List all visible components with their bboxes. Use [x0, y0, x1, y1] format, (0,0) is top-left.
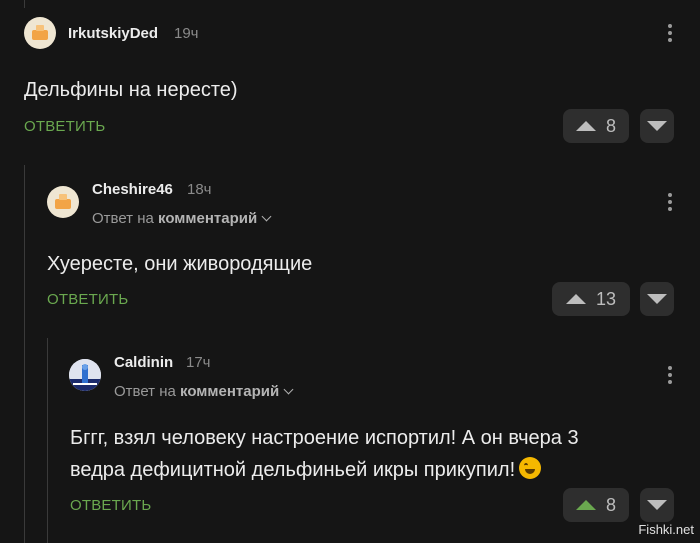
user-avatar-image [69, 359, 101, 391]
reply-button[interactable]: ОТВЕТИТЬ [24, 118, 105, 135]
avatar[interactable] [69, 359, 101, 391]
comment-time: 18ч [187, 181, 212, 198]
reply-to-link[interactable]: Ответ на комментарий [92, 210, 272, 227]
vote-count: 8 [605, 115, 616, 136]
comment-text: Бггг, взял человеку настроение испортил!… [70, 422, 579, 486]
downvote-button[interactable] [640, 488, 674, 522]
upvote-arrow-icon [565, 294, 586, 304]
downvote-arrow-icon [647, 500, 667, 510]
reply-to-target: комментарий [158, 210, 258, 227]
comment-text-line2: ведра дефицитной дельфиньей икры прикупи… [70, 454, 579, 486]
comment-text-line2-text: ведра дефицитной дельфиньей икры прикупи… [70, 459, 516, 481]
comment-text-line1: Бггг, взял человеку настроение испортил!… [70, 427, 579, 449]
upvote-button[interactable]: 13 [552, 282, 630, 316]
reply-button[interactable]: ОТВЕТИТЬ [70, 497, 151, 514]
upvote-button[interactable]: 8 [563, 488, 629, 522]
vote-count: 13 [595, 288, 617, 309]
reply-to-target: комментарий [180, 383, 280, 400]
upvote-arrow-icon [575, 121, 596, 131]
more-options-icon[interactable] [667, 24, 673, 42]
downvote-button[interactable] [640, 109, 674, 143]
thread-line-top [24, 0, 25, 8]
avatar[interactable] [47, 186, 79, 218]
avatar[interactable] [24, 17, 56, 49]
comment-text: Хуересте, они живородящие [47, 253, 313, 275]
downvote-button[interactable] [640, 282, 674, 316]
username[interactable]: Caldinin [114, 354, 173, 371]
avatar-placeholder-icon [55, 194, 71, 209]
upvote-button[interactable]: 8 [563, 109, 629, 143]
comment-time: 19ч [174, 25, 199, 42]
chevron-down-icon [261, 211, 272, 222]
more-options-icon[interactable] [667, 366, 673, 384]
more-options-icon[interactable] [667, 193, 673, 211]
reply-button[interactable]: ОТВЕТИТЬ [47, 291, 128, 308]
reply-to-prefix: Ответ на [114, 383, 176, 400]
avatar-placeholder-icon [32, 25, 48, 40]
downvote-arrow-icon [647, 121, 667, 131]
reply-to-prefix: Ответ на [92, 210, 154, 227]
vote-count: 8 [605, 494, 616, 515]
username[interactable]: Cheshire46 [92, 181, 173, 198]
downvote-arrow-icon [647, 294, 667, 304]
comment-time: 17ч [186, 354, 211, 371]
chevron-down-icon [283, 384, 294, 395]
watermark: Fishki.net [638, 522, 694, 537]
thread-line-level2 [47, 338, 48, 543]
comment-text: Дельфины на нересте) [24, 79, 238, 101]
username[interactable]: IrkutskiyDed [68, 25, 158, 42]
thread-line-level1 [24, 165, 25, 543]
upvote-arrow-icon [575, 500, 596, 510]
rolling-laughing-emoji-icon [519, 457, 542, 479]
reply-to-link[interactable]: Ответ на комментарий [114, 383, 294, 400]
